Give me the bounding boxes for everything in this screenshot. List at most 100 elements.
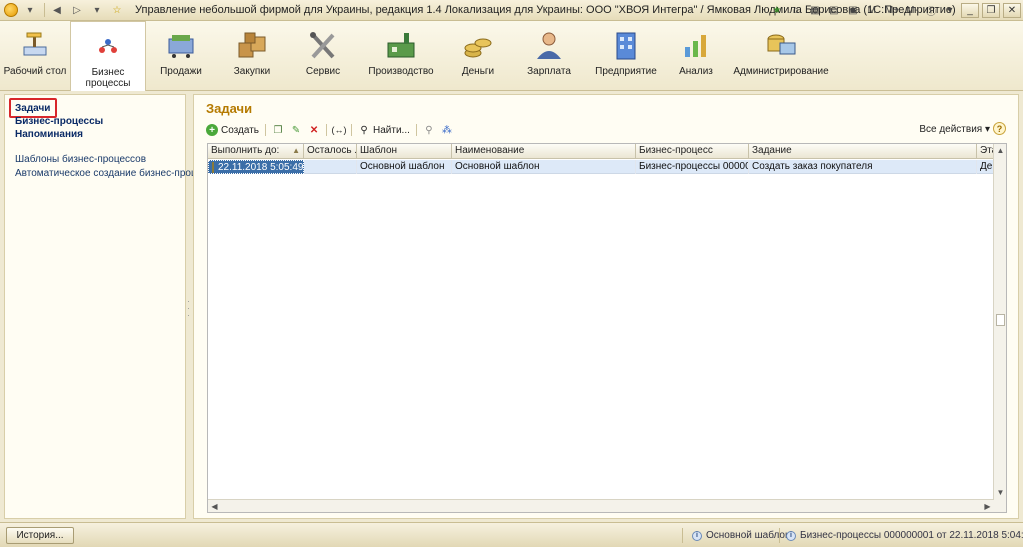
edit-button[interactable]: ✎ — [290, 124, 302, 136]
cancel-search-icon: ⚲ — [425, 124, 433, 136]
help-icon[interactable]: ? — [993, 122, 1006, 135]
nav-item-reminders[interactable]: Напоминания — [15, 129, 83, 140]
section-money[interactable]: Деньги — [444, 21, 512, 89]
sales-cart-icon — [164, 29, 198, 63]
navigation-panel: Задачи Бизнес-процессы Напоминания Шабло… — [4, 94, 215, 519]
status-process-link[interactable]: i Бизнес-процессы 000000001 от 22.11.201… — [786, 530, 1023, 541]
cell-assignment[interactable]: Создать заказ покупателя — [749, 160, 977, 174]
all-actions-menu[interactable]: Все действия ▾ — [919, 124, 990, 135]
app-logo-icon[interactable] — [4, 3, 18, 17]
analysis-chart-icon — [679, 29, 713, 63]
toolbar: + Создать ❐ ✎ ✕ (↔) ⚲ Найти... ⚲ ⁂ — [206, 122, 453, 138]
copy-button[interactable]: ❐ — [272, 124, 284, 136]
copy-icon: ❐ — [273, 124, 283, 136]
cell-name[interactable]: Основной шаблон — [452, 160, 636, 174]
back-arrow-icon[interactable]: ◀ — [49, 2, 65, 18]
favorite-add-icon[interactable]: ★ — [769, 2, 785, 18]
create-button[interactable]: + Создать — [206, 124, 259, 136]
info-icon[interactable]: ⓘ — [923, 2, 939, 18]
history-button[interactable]: История... — [6, 527, 74, 544]
section-administration[interactable]: Администрирование — [726, 21, 836, 89]
memory-mplus-button[interactable]: M+ — [883, 2, 901, 18]
scroll-thumb[interactable] — [996, 314, 1005, 326]
administration-computer-icon — [764, 29, 798, 63]
memory-mminus-button[interactable]: M- — [904, 2, 920, 18]
task-icon — [212, 161, 214, 173]
home-icon[interactable]: ⌂ — [788, 2, 804, 18]
column-header-name[interactable]: Наименование — [452, 144, 636, 159]
forward-arrow-icon[interactable]: ▷ — [69, 2, 85, 18]
section-sales[interactable]: Продажи — [146, 21, 216, 89]
desktop-icon — [18, 29, 52, 63]
cancel-search-button[interactable]: ⚲ — [423, 124, 435, 136]
cell-due[interactable]: 22.11.2018 5:05:49 — [208, 160, 304, 174]
column-header-template[interactable]: Шаблон — [357, 144, 452, 159]
service-tools-icon — [306, 29, 340, 63]
interval-icon: (↔) — [331, 125, 347, 135]
sections-panel: Рабочий стол Бизнес процессы Продажи Зак… — [0, 21, 1023, 91]
cell-template[interactable]: Основной шаблон — [357, 160, 452, 174]
panel-splitter[interactable]: · · · — [187, 297, 191, 320]
section-enterprise[interactable]: Предприятие — [586, 21, 666, 89]
pencil-icon: ✎ — [291, 124, 301, 136]
scroll-right-icon[interactable]: ▶ — [981, 500, 994, 512]
memory-m-button[interactable]: M — [864, 2, 880, 18]
cell-business-process[interactable]: Бизнес-процессы 000000... — [636, 160, 749, 174]
table-header: Выполнить до:▲ Осталось ... Шаблон Наиме… — [208, 144, 994, 159]
search-icon: ⚲ — [360, 124, 368, 136]
tasks-form: Задачи + Создать ❐ ✎ ✕ (↔) ⚲ Найти... ⚲ … — [193, 94, 1019, 519]
table-row[interactable]: 22.11.2018 5:05:49 Основной шаблон Основ… — [208, 160, 994, 174]
purchases-boxes-icon — [235, 29, 269, 63]
section-production[interactable]: Производство — [358, 21, 444, 89]
print-icon[interactable]: ▤ — [826, 2, 842, 18]
nav-item-business-processes[interactable]: Бизнес-процессы — [15, 116, 103, 127]
find-button[interactable]: ⚲ Найти... — [358, 124, 410, 136]
column-header-stage[interactable]: Эта — [977, 144, 994, 159]
business-process-button[interactable]: ⁂ — [441, 124, 453, 136]
column-header-remaining[interactable]: Осталось ... — [304, 144, 357, 159]
section-salary[interactable]: Зарплата — [512, 21, 586, 89]
money-coins-icon — [461, 29, 495, 63]
salary-person-icon — [532, 29, 566, 63]
info-icon: i — [786, 530, 796, 541]
section-desktop[interactable]: Рабочий стол — [0, 21, 70, 89]
vertical-scrollbar[interactable]: ▲ ▼ — [993, 144, 1006, 512]
delete-button[interactable]: ✕ — [308, 124, 320, 136]
sort-asc-icon: ▲ — [292, 146, 300, 155]
enterprise-building-icon — [609, 29, 643, 63]
section-analysis[interactable]: Анализ — [666, 21, 726, 89]
minimize-button[interactable]: _ — [961, 2, 979, 18]
close-button[interactable]: ✕ — [1003, 2, 1021, 18]
main-menu-icon[interactable]: ▾ — [22, 2, 38, 18]
business-process-small-icon: ⁂ — [441, 124, 452, 136]
cell-remaining[interactable] — [304, 160, 357, 174]
plus-icon: + — [206, 124, 218, 136]
scroll-down-icon[interactable]: ▼ — [994, 486, 1006, 499]
column-header-business-process[interactable]: Бизнес-процесс — [636, 144, 749, 159]
section-business-processes[interactable]: Бизнес процессы — [70, 21, 146, 91]
restore-button[interactable]: ❐ — [982, 2, 1000, 18]
status-template-link[interactable]: i Основной шаблон — [692, 530, 791, 541]
delete-icon: ✕ — [309, 124, 319, 136]
nav-item-process-templates[interactable]: Шаблоны бизнес-процессов — [15, 154, 146, 165]
scroll-up-icon[interactable]: ▲ — [994, 144, 1006, 157]
section-purchases[interactable]: Закупки — [216, 21, 288, 89]
production-factory-icon — [384, 29, 418, 63]
cell-stage[interactable]: Дей — [977, 160, 994, 174]
favorites-star-icon[interactable]: ☆ — [109, 2, 125, 18]
nav-item-tasks[interactable]: Задачи — [15, 103, 50, 114]
info-dropdown-icon[interactable]: ▾ — [942, 2, 958, 18]
page-title: Задачи — [206, 101, 253, 116]
title-bar: ▾ ◀ ▷ ▾ ☆ Управление небольшой фирмой дл… — [0, 0, 1023, 21]
calculator-icon[interactable]: ▣ — [845, 2, 861, 18]
interval-button[interactable]: (↔) — [331, 124, 347, 136]
dropdown-icon[interactable]: ▾ — [89, 2, 105, 18]
column-header-assignment[interactable]: Задание — [749, 144, 977, 159]
calendar-icon[interactable]: ▦ — [807, 2, 823, 18]
column-header-due[interactable]: Выполнить до: ▲ — [208, 144, 304, 159]
tasks-table[interactable]: Выполнить до:▲ Осталось ... Шаблон Наиме… — [207, 143, 1007, 513]
scroll-left-icon[interactable]: ◀ — [208, 500, 221, 512]
section-service[interactable]: Сервис — [288, 21, 358, 89]
nav-item-auto-create[interactable]: Автоматическое создание бизнес-процес... — [15, 168, 215, 179]
horizontal-scrollbar[interactable]: ◀ ▶ — [208, 499, 994, 512]
